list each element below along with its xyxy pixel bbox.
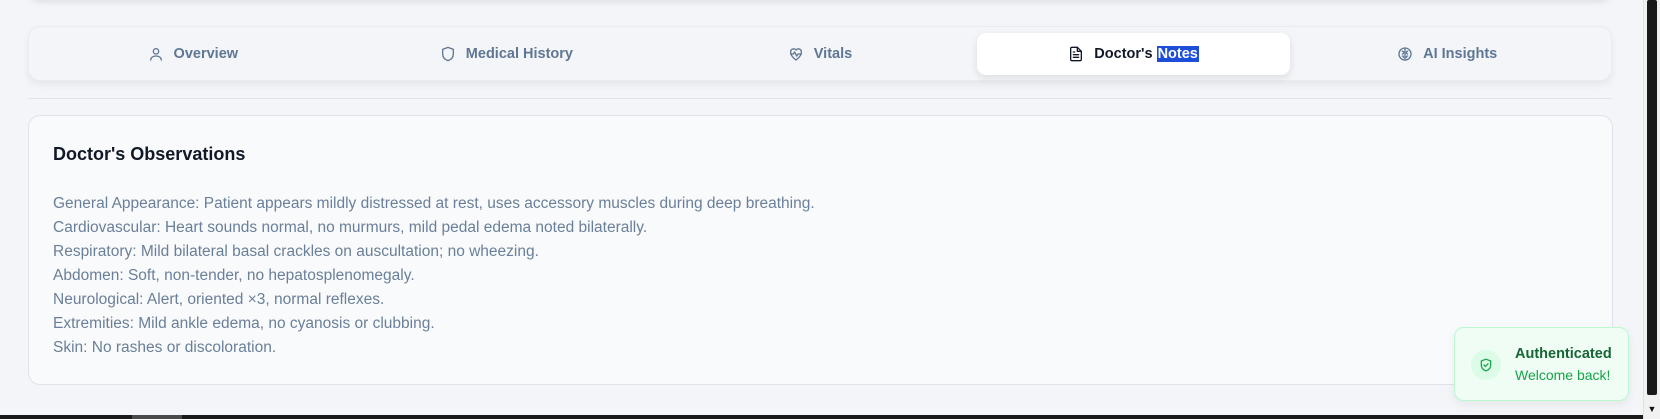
observation-line: Extremities: Mild ankle edema, no cyanos… [53, 315, 435, 332]
shield-icon [440, 46, 456, 62]
tab-label: Overview [173, 45, 239, 62]
tab-ai-insights[interactable]: AI Insights [1290, 33, 1604, 75]
tab-overview[interactable]: Overview [36, 33, 350, 75]
tab-label: Medical History [465, 45, 573, 62]
panel-title: Doctor's Observations [53, 144, 246, 164]
scroll-down-arrow-icon[interactable]: ▼ [1645, 403, 1659, 415]
toast-notification[interactable]: Authenticated Welcome back! [1454, 327, 1629, 401]
shield-check-icon [1471, 350, 1501, 380]
observation-line: Skin: No rashes or discoloration. [53, 339, 277, 356]
toast-title: Authenticated [1515, 346, 1612, 362]
tab-label: Doctor's Notes [1094, 45, 1199, 62]
bottom-bar-segment [132, 415, 182, 419]
tab-bar: Overview Medical History Vitals Doctor's… [28, 26, 1612, 81]
observation-line: Cardiovascular: Heart sounds normal, no … [53, 219, 648, 236]
page: Overview Medical History Vitals Doctor's… [0, 0, 1660, 419]
tab-label: Vitals [813, 45, 853, 62]
bottom-bar [0, 415, 1643, 419]
tab-label-prefix: Doctor's [1094, 45, 1157, 62]
divider [28, 98, 1612, 99]
tab-label: AI Insights [1423, 45, 1498, 62]
tab-doctors-notes[interactable]: Doctor's Notes [976, 32, 1291, 75]
scrollbar-thumb[interactable] [1647, 0, 1657, 395]
heart-pulse-icon [788, 46, 804, 62]
observation-line: Neurological: Alert, oriented ×3, normal… [53, 291, 385, 308]
user-icon [148, 46, 164, 62]
observation-line: Abdomen: Soft, non-tender, no hepatosple… [53, 267, 415, 284]
observation-line: General Appearance: Patient appears mild… [53, 195, 815, 212]
scrollbar[interactable]: ▼ [1643, 0, 1660, 419]
file-text-icon [1068, 46, 1084, 62]
tab-vitals[interactable]: Vitals [663, 33, 977, 75]
toast-message: Welcome back! [1515, 367, 1611, 383]
observations-list: General Appearance: Patient appears mild… [53, 192, 815, 360]
brain-icon [1397, 46, 1413, 62]
observations-panel: Doctor's Observations General Appearance… [28, 115, 1613, 385]
tab-medical-history[interactable]: Medical History [350, 33, 664, 75]
selected-text: Notes [1156, 45, 1199, 62]
observation-line: Respiratory: Mild bilateral basal crackl… [53, 243, 539, 260]
